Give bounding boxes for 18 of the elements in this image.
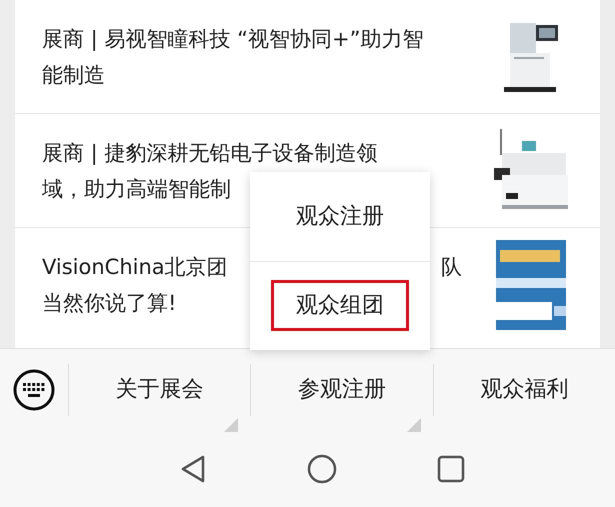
submenu-corner-icon xyxy=(406,418,421,432)
article-title[interactable]: 队 xyxy=(441,249,462,285)
back-icon[interactable] xyxy=(178,454,206,484)
keyboard-icon[interactable] xyxy=(12,368,56,412)
submenu-corner-icon xyxy=(224,418,238,432)
menu-tab[interactable]: 观众福利 xyxy=(434,364,615,432)
article-title[interactable]: 展商 | 捷豹深耕无铅电子设备制造领 xyxy=(42,134,378,170)
popup-menu-item[interactable]: 观众组团 xyxy=(271,280,409,332)
article-title[interactable]: 展商 | 易视智瞳科技 “视智协同+”助力智 xyxy=(42,20,424,56)
recent-apps-icon[interactable] xyxy=(436,454,464,482)
article-title[interactable]: VisionChina北京团 xyxy=(42,249,228,285)
popup-menu-item[interactable]: 观众注册 xyxy=(271,190,409,242)
article-title[interactable]: 域，助力高端智能制 xyxy=(42,170,231,206)
article-title[interactable]: 能制造 xyxy=(42,56,105,92)
menu-tab[interactable]: 参观注册 xyxy=(251,364,433,432)
article-title[interactable]: 当然你说了算! xyxy=(42,285,176,321)
home-icon[interactable] xyxy=(306,454,336,484)
menu-tab[interactable]: 关于展会 xyxy=(69,364,250,432)
